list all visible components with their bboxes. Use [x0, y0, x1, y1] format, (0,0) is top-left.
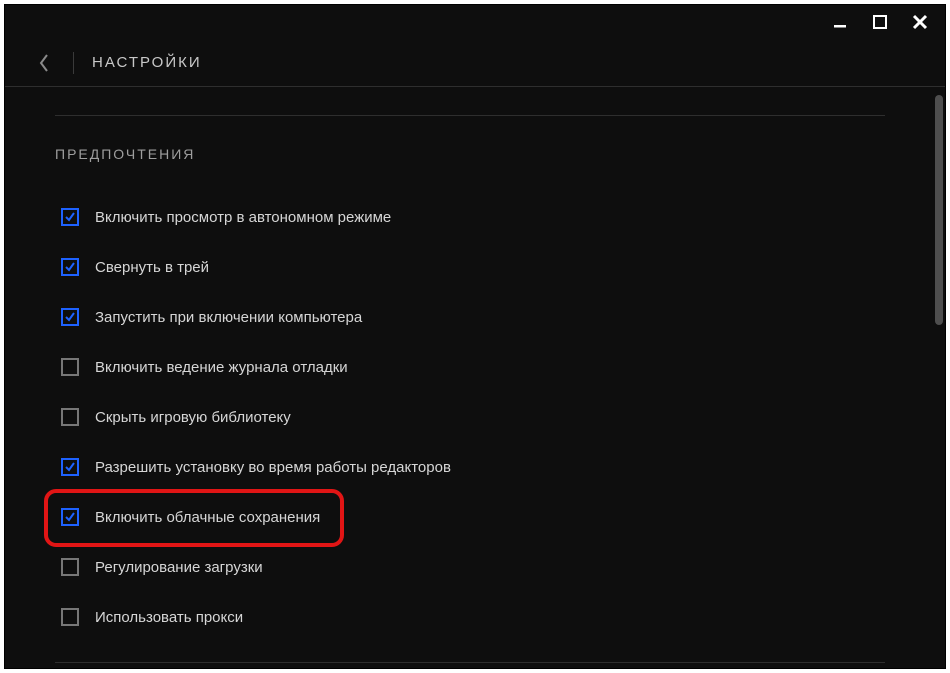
option-row[interactable]: Использовать прокси [55, 592, 885, 642]
titlebar [5, 5, 945, 39]
scroll-thumb[interactable] [935, 95, 943, 325]
option-label: Скрыть игровую библиотеку [95, 409, 291, 426]
option-row[interactable]: Включить просмотр в автономном режиме [55, 192, 885, 242]
option-row[interactable]: Свернуть в трей [55, 242, 885, 292]
option-row[interactable]: Регулирование загрузки [55, 542, 885, 592]
divider [55, 115, 885, 116]
back-button[interactable] [33, 52, 55, 74]
checkbox[interactable] [61, 208, 79, 226]
chevron-left-icon [38, 53, 50, 73]
minimize-button[interactable] [831, 13, 849, 31]
checkbox[interactable] [61, 458, 79, 476]
option-label: Разрешить установку во время работы реда… [95, 459, 451, 476]
option-row[interactable]: Запустить при включении компьютера [55, 292, 885, 342]
option-label: Использовать прокси [95, 609, 243, 626]
maximize-button[interactable] [871, 13, 889, 31]
option-row[interactable]: Включить облачные сохранения [55, 492, 885, 542]
option-label: Свернуть в трей [95, 259, 209, 276]
divider [55, 662, 885, 663]
content-area: ПРЕДПОЧТЕНИЯ Включить просмотр в автоном… [5, 87, 935, 668]
checkbox[interactable] [61, 258, 79, 276]
maximize-icon [873, 15, 887, 29]
header-separator [73, 52, 74, 74]
option-row[interactable]: Скрыть игровую библиотеку [55, 392, 885, 442]
page-title: НАСТРОЙКИ [92, 54, 202, 71]
option-label: Включить облачные сохранения [95, 509, 320, 526]
checkbox[interactable] [61, 358, 79, 376]
close-button[interactable] [911, 13, 929, 31]
option-label: Запустить при включении компьютера [95, 309, 362, 326]
minimize-icon [833, 15, 847, 29]
checkbox[interactable] [61, 408, 79, 426]
section-title: ПРЕДПОЧТЕНИЯ [55, 146, 885, 162]
checkbox[interactable] [61, 508, 79, 526]
checkbox[interactable] [61, 308, 79, 326]
checkbox[interactable] [61, 558, 79, 576]
close-icon [912, 14, 928, 30]
checkbox[interactable] [61, 608, 79, 626]
app-window: НАСТРОЙКИ ПРЕДПОЧТЕНИЯ Включить просмотр… [4, 4, 946, 669]
option-label: Регулирование загрузки [95, 559, 263, 576]
option-label: Включить просмотр в автономном режиме [95, 209, 391, 226]
option-row[interactable]: Разрешить установку во время работы реда… [55, 442, 885, 492]
option-label: Включить ведение журнала отладки [95, 359, 348, 376]
option-row[interactable]: Включить ведение журнала отладки [55, 342, 885, 392]
header: НАСТРОЙКИ [5, 39, 945, 87]
scrollbar[interactable] [935, 91, 943, 664]
options-list: Включить просмотр в автономном режиме Све… [55, 192, 885, 642]
